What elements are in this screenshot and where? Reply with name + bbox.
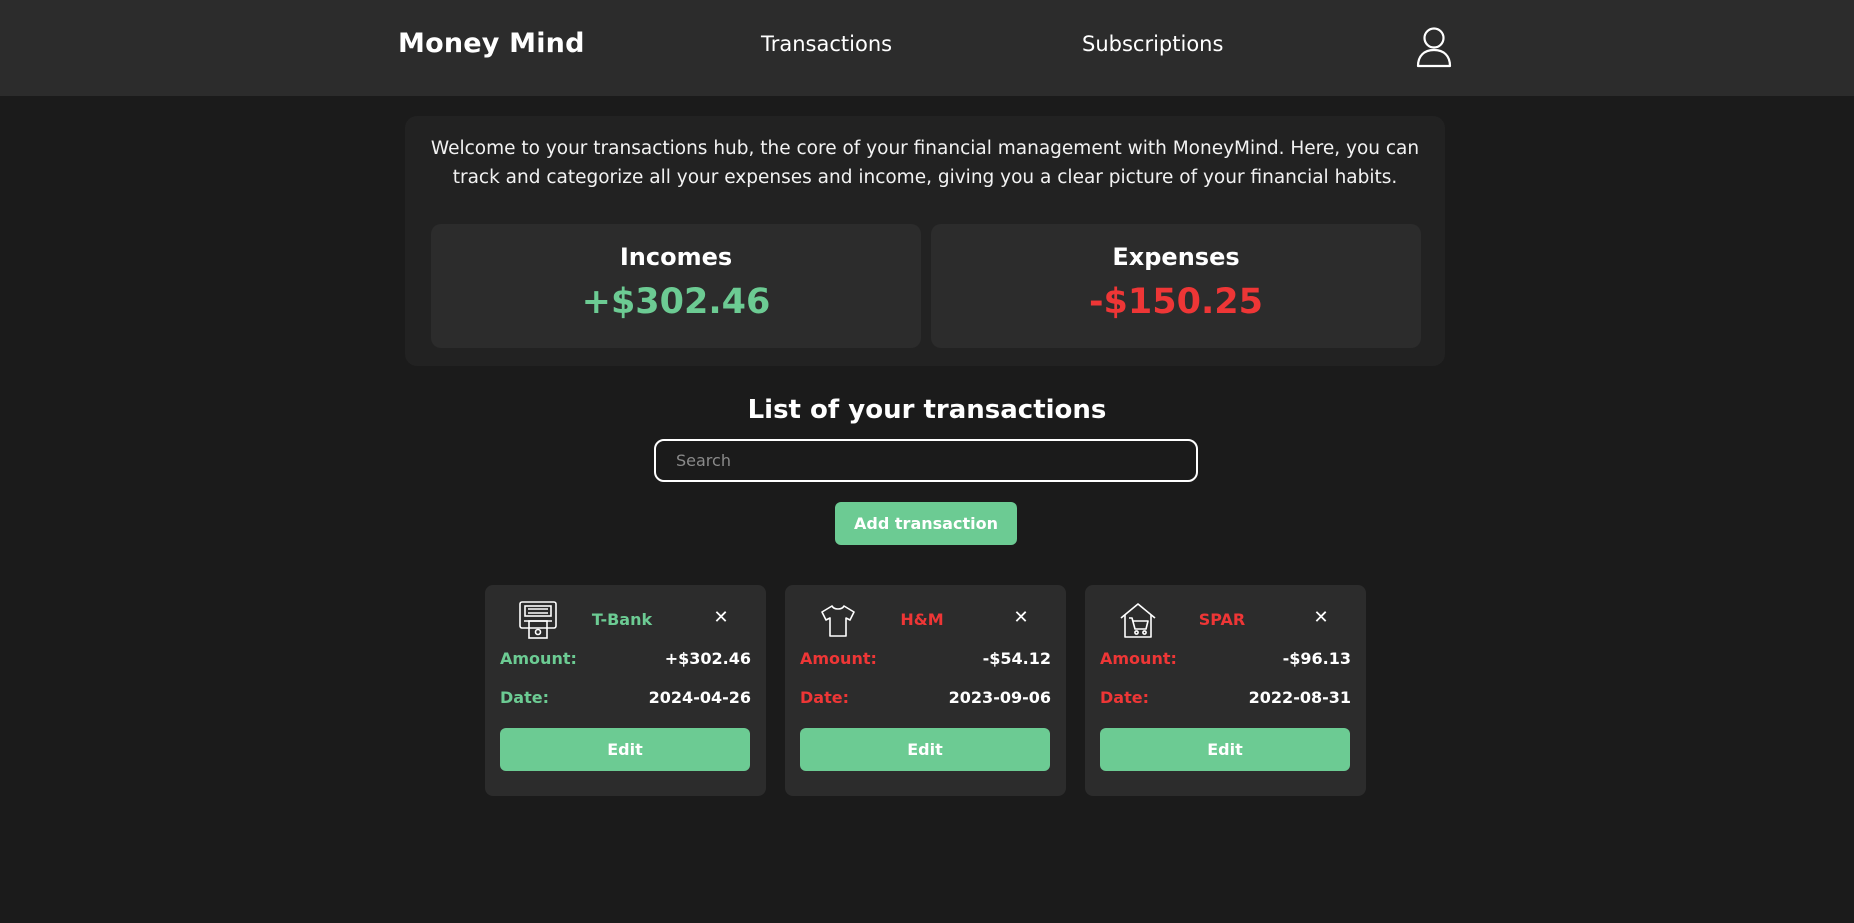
nav-subscriptions[interactable]: Subscriptions: [1082, 32, 1223, 56]
tshirt-icon: [818, 600, 858, 640]
date-value: 2023-09-06: [948, 688, 1051, 707]
edit-button[interactable]: Edit: [800, 728, 1050, 771]
amount-value: +$302.46: [664, 649, 751, 668]
intro-text: Welcome to your transactions hub, the co…: [430, 138, 1420, 188]
top-navbar: Money Mind Transactions Subscriptions: [0, 0, 1854, 96]
add-transaction-button[interactable]: Add transaction: [835, 502, 1017, 545]
expenses-title: Expenses: [1112, 243, 1240, 271]
amount-label: Amount:: [1100, 649, 1177, 668]
expenses-value: -$150.25: [1089, 282, 1263, 322]
transaction-card: SPAR ✕ Amount: -$96.13 Date: 2022-08-31 …: [1085, 585, 1366, 796]
incomes-title: Incomes: [619, 243, 733, 271]
nav-transactions[interactable]: Transactions: [761, 32, 892, 56]
store-cart-icon: [1118, 600, 1158, 640]
close-icon[interactable]: ✕: [1311, 608, 1331, 628]
amount-value: -$54.12: [982, 649, 1051, 668]
amount-value: -$96.13: [1282, 649, 1351, 668]
intro-panel: Welcome to your transactions hub, the co…: [405, 116, 1445, 366]
incomes-value: +$302.46: [581, 282, 771, 322]
close-icon[interactable]: ✕: [1011, 608, 1031, 628]
edit-button[interactable]: Edit: [1100, 728, 1350, 771]
date-value: 2022-08-31: [1248, 688, 1351, 707]
date-label: Date:: [800, 688, 849, 707]
incomes-card: Incomes +$302.46: [431, 224, 921, 348]
transaction-name: H&M: [900, 610, 944, 629]
transaction-card: T-Bank ✕ Amount: +$302.46 Date: 2024-04-…: [485, 585, 766, 796]
search-input[interactable]: [654, 439, 1198, 482]
amount-label: Amount:: [800, 649, 877, 668]
close-icon[interactable]: ✕: [711, 608, 731, 628]
atm-icon: [518, 600, 558, 640]
edit-button[interactable]: Edit: [500, 728, 750, 771]
date-value: 2024-04-26: [648, 688, 751, 707]
user-icon[interactable]: [1414, 26, 1454, 68]
date-label: Date:: [500, 688, 549, 707]
date-label: Date:: [1100, 688, 1149, 707]
transaction-card: H&M ✕ Amount: -$54.12 Date: 2023-09-06 E…: [785, 585, 1066, 796]
brand-logo[interactable]: Money Mind: [398, 28, 585, 59]
amount-label: Amount:: [500, 649, 577, 668]
transaction-name: T-Bank: [591, 610, 653, 629]
transaction-name: SPAR: [1198, 610, 1246, 629]
expenses-card: Expenses -$150.25: [931, 224, 1421, 348]
transactions-list-title: List of your transactions: [747, 395, 1107, 425]
